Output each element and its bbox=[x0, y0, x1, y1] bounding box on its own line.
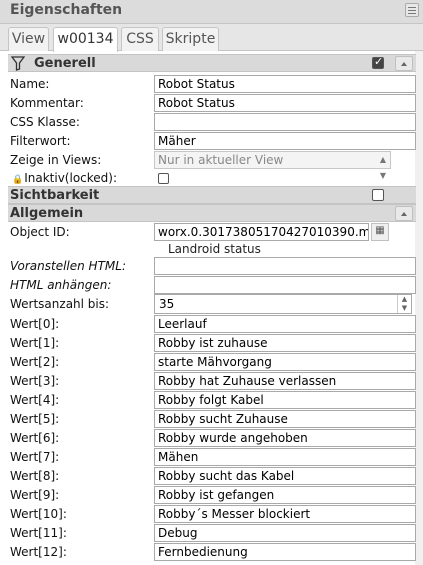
wert-field[interactable]: Mähen bbox=[154, 448, 416, 466]
wert-field[interactable]: Robby hat Zuhause verlassen bbox=[154, 372, 416, 390]
object-id-field[interactable]: worx.0.30173805170427010390.m bbox=[154, 223, 369, 241]
wert-label: Wert[1]: bbox=[10, 336, 60, 350]
wert-label: Wert[9]: bbox=[10, 488, 60, 502]
tab-bar: View w00134 CSS Skripte bbox=[0, 24, 423, 52]
wertsanzahl-value: 35 bbox=[159, 297, 175, 311]
collapse-generell-icon[interactable] bbox=[395, 56, 413, 71]
tab-view[interactable]: View bbox=[8, 27, 49, 51]
wert-field[interactable]: starte Mähvorgang bbox=[154, 353, 416, 371]
stepper-buttons[interactable]: ▲ ▼ bbox=[397, 295, 411, 313]
panel-title: Eigenschaften bbox=[10, 2, 123, 18]
lock-icon: 🔒 bbox=[12, 175, 24, 185]
wert-label: Wert[3]: bbox=[10, 374, 60, 388]
select-object-icon[interactable]: ▦ bbox=[371, 223, 389, 241]
css-klasse-label: CSS Klasse: bbox=[10, 115, 80, 129]
name-label: Name: bbox=[10, 77, 50, 91]
wert-label: Wert[10]: bbox=[10, 507, 67, 521]
panel-scrollbar[interactable] bbox=[415, 51, 423, 565]
wert-field[interactable]: Robby sucht das Kabel bbox=[154, 467, 416, 485]
section-sichtbarkeit[interactable]: Sichtbarkeit bbox=[8, 186, 416, 204]
tab-skripte[interactable]: Skripte bbox=[162, 27, 219, 51]
wert-label: Wert[2]: bbox=[10, 355, 60, 369]
zeige-in-views-label: Zeige in Views: bbox=[10, 153, 102, 167]
wert-label: Wert[7]: bbox=[10, 450, 60, 464]
filter-icon bbox=[11, 56, 25, 71]
kommentar-label: Kommentar: bbox=[10, 96, 84, 110]
wert-field[interactable]: Robby sucht Zuhause bbox=[154, 410, 416, 428]
zeige-in-views-value: Nur in aktueller View bbox=[158, 153, 284, 167]
voranstellen-field[interactable] bbox=[154, 257, 416, 275]
wert-field[interactable]: Robby wurde angehoben bbox=[154, 429, 416, 447]
wert-label: Wert[6]: bbox=[10, 431, 60, 445]
wert-field[interactable]: Leerlauf bbox=[154, 315, 416, 333]
wert-field[interactable]: Debug bbox=[154, 524, 416, 542]
section-generell[interactable]: Generell bbox=[8, 54, 416, 72]
wertsanzahl-stepper[interactable]: 35 ▲ ▼ bbox=[154, 294, 412, 314]
anhaengen-label: HTML anhängen: bbox=[10, 278, 112, 292]
stepper-down-icon[interactable]: ▼ bbox=[398, 304, 411, 313]
section-sichtbarkeit-label: Sichtbarkeit bbox=[10, 188, 100, 203]
filterwort-field[interactable]: Mäher bbox=[154, 132, 416, 150]
wert-label: Wert[11]: bbox=[10, 526, 67, 540]
panel-menu-icon[interactable] bbox=[405, 3, 419, 17]
inaktiv-checkbox[interactable] bbox=[158, 173, 169, 184]
wert-field[interactable]: Robby folgt Kabel bbox=[154, 391, 416, 409]
filterwort-label: Filterwort: bbox=[10, 134, 71, 148]
stepper-up-icon[interactable]: ▲ bbox=[398, 295, 411, 304]
zeige-in-views-select[interactable]: Nur in aktueller View ▲ ▼ bbox=[154, 151, 391, 180]
section-generell-label: Generell bbox=[34, 56, 96, 71]
select-arrows-icon: ▲ ▼ bbox=[379, 155, 386, 180]
wert-label: Wert[8]: bbox=[10, 469, 60, 483]
wert-field[interactable]: Fernbedienung bbox=[154, 543, 416, 561]
object-id-label: Object ID: bbox=[10, 225, 70, 239]
sichtbarkeit-filter-checkbox[interactable] bbox=[372, 189, 384, 201]
voranstellen-label: Voranstellen HTML: bbox=[10, 259, 126, 273]
inaktiv-label: Inaktiv(locked): bbox=[24, 171, 118, 185]
wert-label: Wert[0]: bbox=[10, 317, 60, 331]
wert-field[interactable]: Robby ist zuhause bbox=[154, 334, 416, 352]
section-allgemein[interactable]: Allgemein bbox=[8, 204, 416, 222]
wert-label: Wert[12]: bbox=[10, 545, 67, 559]
generell-filter-checkbox[interactable] bbox=[372, 55, 384, 69]
wert-label: Wert[5]: bbox=[10, 412, 60, 426]
anhaengen-field[interactable] bbox=[154, 276, 416, 294]
section-allgemein-label: Allgemein bbox=[10, 206, 84, 221]
wert-field[interactable]: Robby ist gefangen bbox=[154, 486, 416, 504]
tab-css[interactable]: CSS bbox=[121, 27, 159, 51]
name-field[interactable]: Robot Status bbox=[154, 75, 416, 93]
collapse-allgemein-icon[interactable] bbox=[395, 206, 413, 221]
wert-field[interactable]: Robby´s Messer blockiert bbox=[154, 505, 416, 523]
wertsanzahl-label: Wertsanzahl bis: bbox=[10, 297, 110, 311]
wert-label: Wert[4]: bbox=[10, 393, 60, 407]
tab-widget[interactable]: w00134 bbox=[53, 27, 118, 52]
css-klasse-field[interactable] bbox=[154, 113, 416, 131]
properties-titlebar: Eigenschaften bbox=[0, 0, 423, 24]
kommentar-field[interactable]: Robot Status bbox=[154, 94, 416, 112]
inaktiv-label-wrap: 🔒Inaktiv(locked): bbox=[12, 171, 117, 185]
object-id-description: Landroid status bbox=[168, 242, 261, 256]
